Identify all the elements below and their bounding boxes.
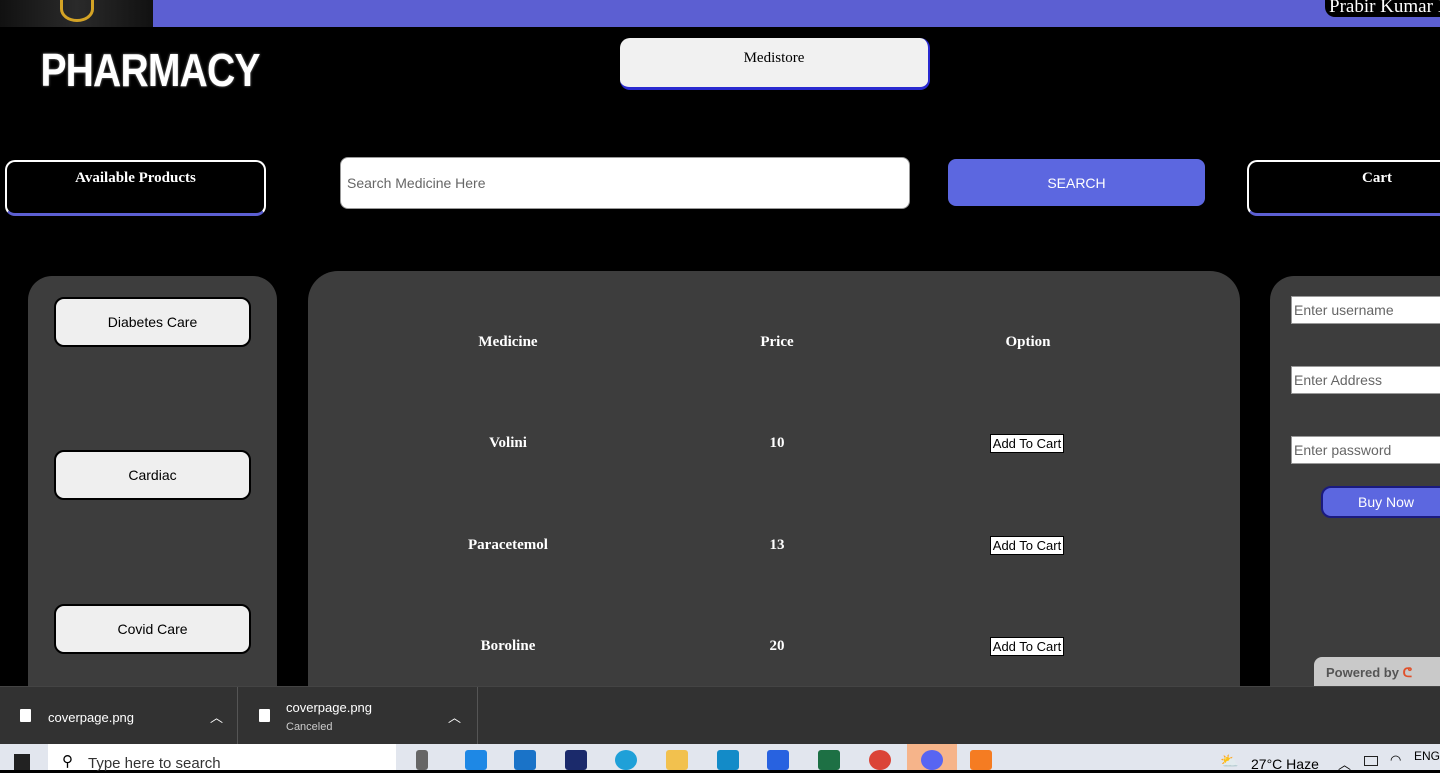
medicine-price: 13 xyxy=(769,537,785,553)
top-bar xyxy=(0,0,1440,27)
search-button[interactable]: SEARCH xyxy=(948,159,1205,206)
arduino-icon[interactable] xyxy=(717,750,739,770)
eye-logo-icon xyxy=(60,0,94,22)
cart-button[interactable]: Cart xyxy=(1247,160,1440,216)
download-item[interactable]: coverpage.png Canceled ︿ xyxy=(240,687,478,745)
search-input[interactable] xyxy=(340,157,910,209)
download-bar: coverpage.png ︿ coverpage.png Canceled ︿ xyxy=(0,686,1440,745)
available-products-button[interactable]: Available Products xyxy=(5,160,266,216)
chevron-up-icon[interactable]: ︿ xyxy=(448,707,461,726)
dev-icon[interactable] xyxy=(565,750,587,770)
column-header-price: Price xyxy=(760,334,794,350)
medicine-price: 20 xyxy=(769,638,785,654)
category-cardiac[interactable]: Cardiac xyxy=(54,450,251,500)
task-view-icon[interactable] xyxy=(416,750,428,770)
download-status: Canceled xyxy=(286,721,333,733)
battery-icon[interactable] xyxy=(1364,756,1378,766)
pharmacy-logo: PHARMACY xyxy=(40,44,260,96)
chevron-up-icon[interactable]: ︿ xyxy=(210,707,223,726)
discord-icon xyxy=(921,750,943,770)
address-input[interactable] xyxy=(1291,366,1440,394)
download-item[interactable]: coverpage.png ︿ xyxy=(0,687,238,745)
medistore-button[interactable]: Medistore xyxy=(620,38,930,90)
taskbar: ⚲ Type here to search ⛅ 27°C Haze ︿ ◠ EN… xyxy=(0,744,1440,773)
column-header-option: Option xyxy=(1005,334,1051,350)
brand-logo-image xyxy=(0,0,153,27)
vscode-icon[interactable] xyxy=(514,750,536,770)
add-to-cart-button[interactable]: Add To Cart xyxy=(990,637,1064,656)
add-to-cart-button[interactable]: Add To Cart xyxy=(990,536,1064,555)
category-diabetes-care[interactable]: Diabetes Care xyxy=(54,297,251,347)
weather-icon: ⛅ xyxy=(1220,753,1239,770)
user-name: Prabir Kumar I xyxy=(1325,0,1440,17)
app-icon[interactable] xyxy=(767,750,789,770)
brand-icon: ᕦ xyxy=(1402,665,1413,680)
active-app-highlight[interactable] xyxy=(907,744,957,770)
chevron-up-icon[interactable]: ︿ xyxy=(1338,754,1351,773)
add-to-cart-button[interactable]: Add To Cart xyxy=(990,434,1064,453)
password-input[interactable] xyxy=(1291,436,1440,464)
language-indicator[interactable]: ENG xyxy=(1414,749,1440,763)
download-file-name: coverpage.png xyxy=(48,710,135,725)
chrome-icon[interactable] xyxy=(869,750,891,770)
medicine-name: Volini xyxy=(489,435,527,451)
category-covid-care[interactable]: Covid Care xyxy=(54,604,251,654)
medicine-name: Boroline xyxy=(480,638,536,654)
taskbar-search[interactable]: ⚲ Type here to search xyxy=(48,744,396,772)
file-explorer-icon[interactable] xyxy=(666,750,688,770)
excel-icon[interactable] xyxy=(818,750,840,770)
powered-by-text: Powered by xyxy=(1326,665,1399,680)
powered-by-badge[interactable]: Powered by ᕦ xyxy=(1314,657,1440,687)
download-file-name: coverpage.png xyxy=(286,700,373,715)
file-icon xyxy=(259,709,270,722)
windows-start-icon[interactable] xyxy=(14,754,30,770)
taskbar-search-text: Type here to search xyxy=(88,755,221,772)
wifi-icon[interactable]: ◠ xyxy=(1390,752,1401,768)
medicine-name: Paracetemol xyxy=(468,537,548,553)
edge-icon[interactable] xyxy=(615,750,637,770)
search-icon: ⚲ xyxy=(62,753,73,770)
mail-icon[interactable] xyxy=(465,750,487,770)
username-input[interactable] xyxy=(1291,296,1440,324)
medicine-price: 10 xyxy=(769,435,785,451)
file-icon xyxy=(20,709,31,722)
column-header-medicine: Medicine xyxy=(478,334,538,350)
xampp-icon[interactable] xyxy=(970,750,992,770)
buy-now-button[interactable]: Buy Now xyxy=(1321,486,1440,518)
